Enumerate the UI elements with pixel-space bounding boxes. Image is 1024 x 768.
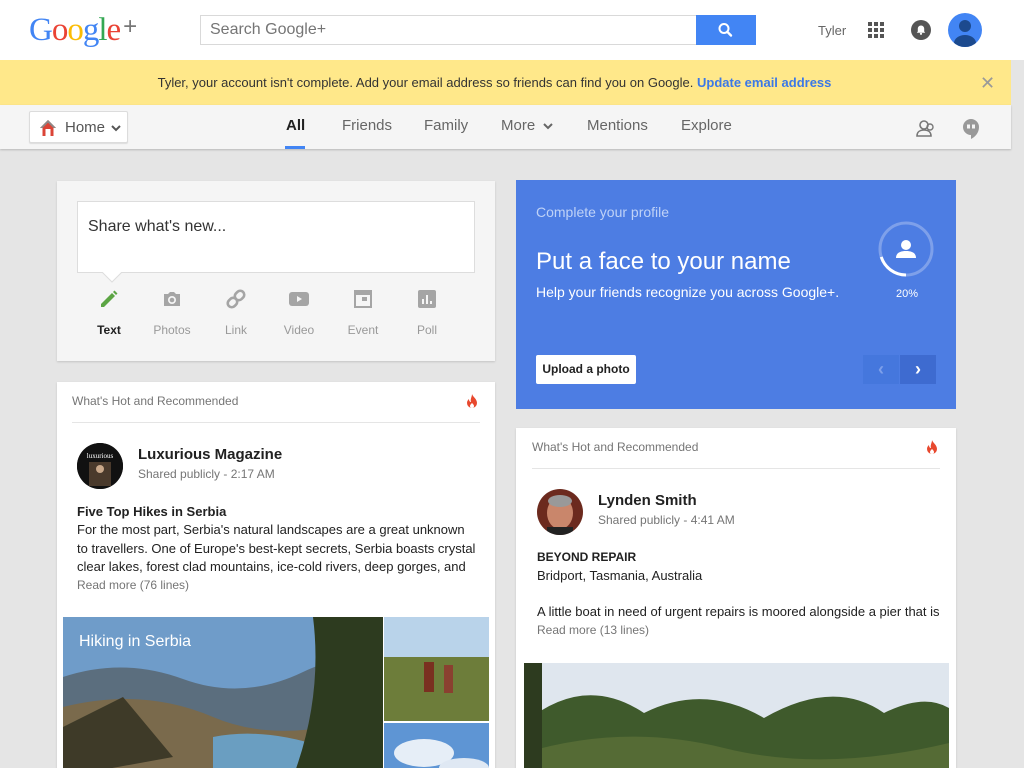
photo-tasmania-trees bbox=[524, 663, 949, 768]
svg-text:luxurious: luxurious bbox=[87, 452, 114, 460]
tab-mentions[interactable]: Mentions bbox=[587, 117, 648, 134]
album-thumb[interactable] bbox=[384, 723, 489, 768]
divider bbox=[72, 422, 480, 423]
active-tab-indicator bbox=[285, 146, 305, 149]
tab-more[interactable]: More bbox=[501, 117, 554, 134]
section-label: What's Hot and Recommended bbox=[72, 394, 239, 408]
post-author[interactable]: Lynden Smith bbox=[598, 492, 697, 509]
hangouts-icon[interactable] bbox=[962, 118, 980, 140]
post-title: BEYOND REPAIR bbox=[537, 550, 637, 564]
tab-friends[interactable]: Friends bbox=[342, 117, 392, 134]
avatar[interactable] bbox=[537, 489, 583, 535]
search-button[interactable] bbox=[696, 15, 756, 45]
share-text-button[interactable]: Text bbox=[81, 287, 137, 337]
post-card: What's Hot and Recommended luxurious Lux… bbox=[57, 382, 495, 768]
share-link-button[interactable]: Link bbox=[208, 287, 264, 337]
tab-explore[interactable]: Explore bbox=[681, 117, 732, 134]
section-label: What's Hot and Recommended bbox=[532, 440, 699, 454]
account-incomplete-banner: Tyler, your account isn't complete. Add … bbox=[0, 60, 1011, 105]
fire-icon bbox=[467, 394, 477, 408]
complete-profile-card: Complete your profile Put a face to your… bbox=[516, 180, 956, 409]
tab-family[interactable]: Family bbox=[424, 117, 468, 134]
chevron-down-icon bbox=[543, 123, 554, 130]
share-input[interactable]: Share what's new... bbox=[77, 201, 475, 273]
photo-hikers bbox=[384, 617, 489, 721]
chevron-right-icon: › bbox=[915, 359, 921, 379]
google-plus-logo[interactable]: Google + bbox=[29, 11, 137, 52]
user-icon bbox=[954, 20, 976, 47]
search-icon bbox=[718, 23, 733, 37]
notification-bell-icon[interactable] bbox=[911, 20, 931, 40]
pencil-icon bbox=[97, 287, 121, 311]
photo-sky bbox=[384, 723, 489, 768]
home-icon bbox=[40, 120, 56, 136]
share-event-button[interactable]: Event bbox=[335, 287, 391, 337]
post-meta: Shared publicly - 4:41 AM bbox=[598, 513, 735, 527]
post-author[interactable]: Luxurious Magazine bbox=[138, 446, 282, 463]
avatar[interactable]: luxurious bbox=[77, 443, 123, 489]
read-more-link[interactable]: Read more (76 lines) bbox=[77, 578, 189, 592]
home-dropdown-button[interactable]: Home bbox=[29, 111, 128, 143]
post-photo[interactable] bbox=[524, 663, 949, 768]
read-more-link[interactable]: Read more (13 lines) bbox=[537, 623, 649, 637]
link-icon bbox=[224, 287, 248, 311]
album-main-photo[interactable]: Hiking in Serbia bbox=[63, 617, 383, 768]
share-photos-button[interactable]: Photos bbox=[144, 287, 200, 337]
post-title: Five Top Hikes in Serbia bbox=[77, 504, 227, 519]
post-meta: Shared publicly - 2:17 AM bbox=[138, 467, 275, 481]
post-body: For the most part, Serbia's natural land… bbox=[77, 522, 476, 574]
chevron-left-icon: ‹ bbox=[878, 359, 884, 379]
post-body: A little boat in need of urgent repairs … bbox=[537, 604, 940, 619]
divider bbox=[532, 468, 940, 469]
profile-subtext: Help your friends recognize you across G… bbox=[536, 284, 840, 300]
banner-text: Tyler, your account isn't complete. Add … bbox=[157, 75, 694, 90]
post-card: What's Hot and Recommended Lynden Smith … bbox=[516, 428, 956, 768]
apps-grid-icon[interactable] bbox=[868, 22, 885, 39]
album-thumb[interactable] bbox=[384, 617, 489, 721]
user-name[interactable]: Tyler bbox=[818, 23, 846, 38]
tab-more-label: More bbox=[501, 117, 536, 134]
next-button[interactable]: › bbox=[900, 355, 936, 384]
person-icon bbox=[896, 240, 916, 258]
profile-heading: Put a face to your name bbox=[536, 248, 791, 275]
profile-percent: 20% bbox=[896, 288, 919, 300]
avatar[interactable] bbox=[948, 13, 982, 47]
profile-kicker: Complete your profile bbox=[536, 204, 670, 220]
close-icon[interactable]: ✕ bbox=[980, 74, 995, 92]
camera-icon bbox=[160, 287, 184, 311]
tab-all[interactable]: All bbox=[286, 117, 305, 134]
update-email-link[interactable]: Update email address bbox=[697, 75, 831, 90]
event-icon bbox=[351, 287, 375, 311]
prev-button[interactable]: ‹ bbox=[863, 355, 899, 384]
share-pointer bbox=[102, 272, 122, 283]
post-location: Bridport, Tasmania, Australia bbox=[537, 568, 703, 583]
search-input[interactable] bbox=[200, 15, 696, 45]
upload-photo-button[interactable]: Upload a photo bbox=[536, 355, 636, 384]
chevron-down-icon bbox=[111, 125, 121, 132]
poll-icon bbox=[415, 287, 439, 311]
video-icon bbox=[287, 287, 311, 311]
profile-progress-ring bbox=[878, 221, 934, 277]
fire-icon bbox=[927, 440, 937, 454]
people-icon[interactable] bbox=[915, 118, 937, 138]
share-video-button[interactable]: Video bbox=[271, 287, 327, 337]
home-label: Home bbox=[65, 119, 106, 136]
share-poll-button[interactable]: Poll bbox=[399, 287, 455, 337]
top-header: Google+ Tyler bbox=[0, 0, 1024, 60]
album-caption: Hiking in Serbia bbox=[79, 633, 192, 650]
stream-nav: Home All Friends Family More Mentions Ex… bbox=[0, 105, 1011, 149]
share-box: Share what's new... Text Photos Link Vid… bbox=[57, 181, 495, 361]
